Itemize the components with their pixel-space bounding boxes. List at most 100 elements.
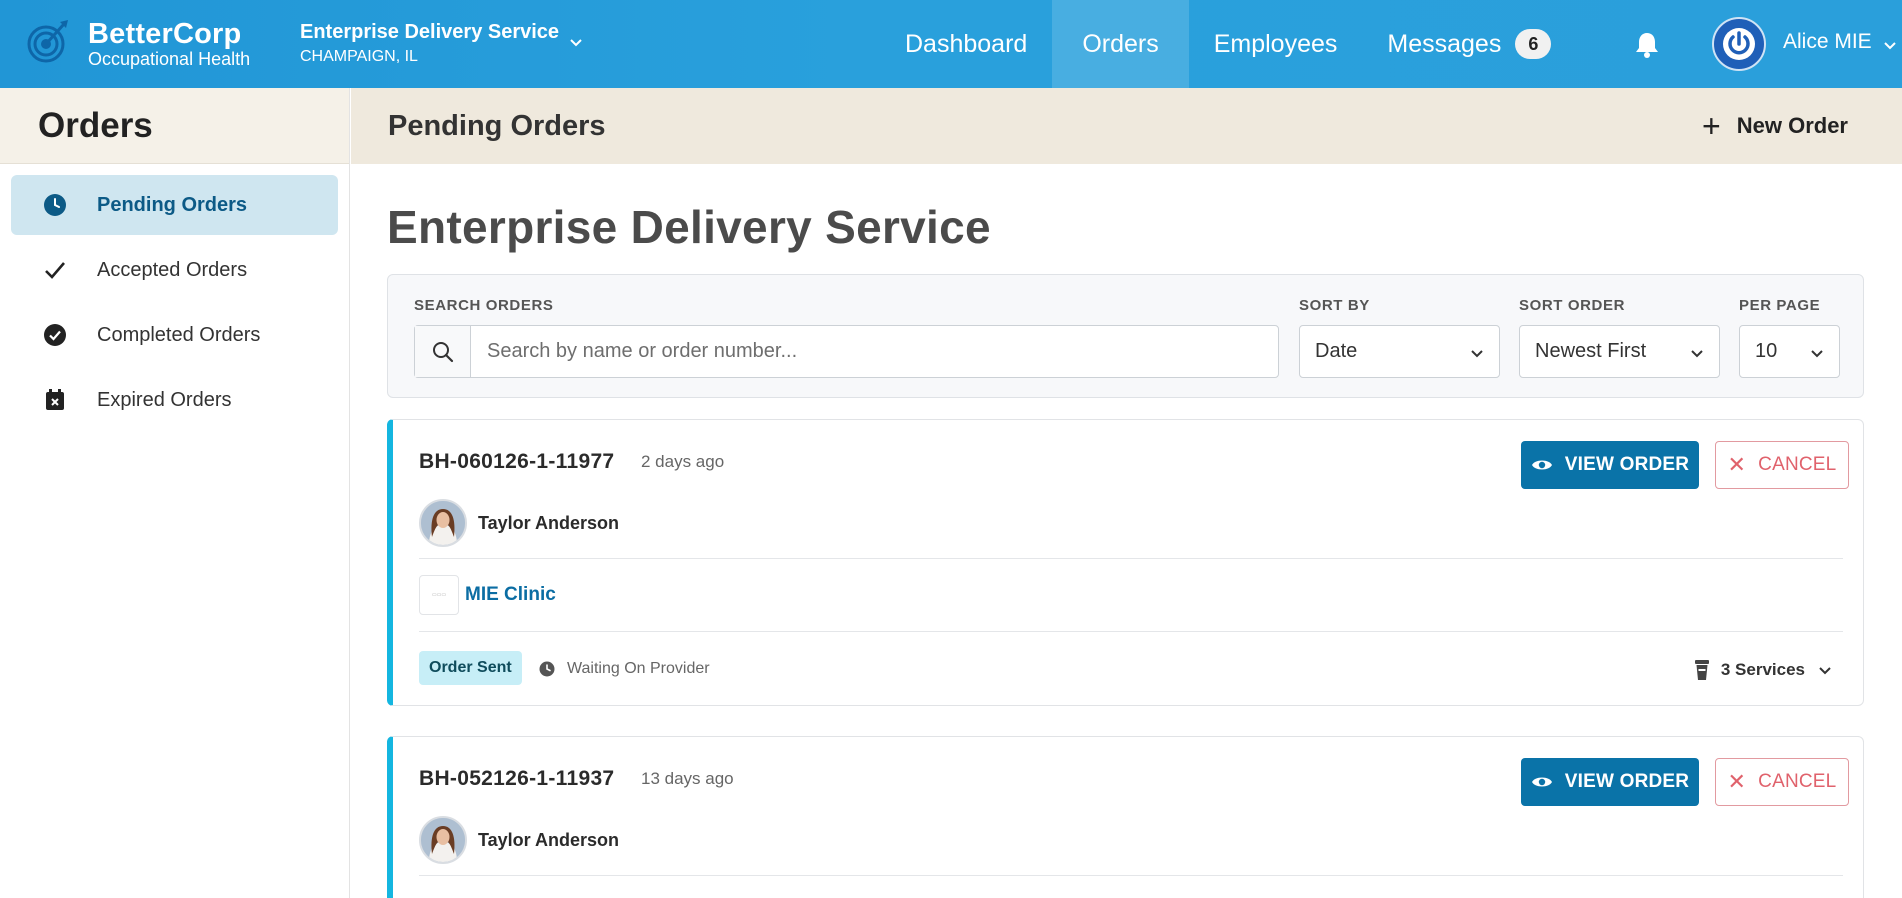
page-title: Pending Orders: [388, 110, 606, 142]
cancel-order-label: CANCEL: [1758, 454, 1837, 475]
cancel-order-button[interactable]: ✕ CANCEL: [1715, 441, 1849, 489]
avatar: [419, 816, 467, 864]
specimen-cup-icon: [1694, 660, 1709, 680]
organization-switcher[interactable]: Enterprise Delivery Service CHAMPAIGN, I…: [300, 20, 559, 68]
check-circle-icon: [43, 323, 67, 347]
sidebar-title: Orders: [38, 105, 153, 145]
sidebar-header: Orders: [0, 88, 349, 164]
nav-dashboard-label: Dashboard: [905, 29, 1028, 58]
clock-icon: [539, 661, 555, 677]
brand-subtitle: Occupational Health: [88, 49, 251, 69]
organization-name: Enterprise Delivery Service: [300, 21, 560, 43]
employee: Taylor Anderson: [419, 816, 619, 864]
plus-icon: +: [1702, 108, 1721, 144]
waiting-status: Waiting On Provider: [539, 660, 710, 678]
order-filters: SEARCH ORDERS SORT BY Date SORT ORDER Ne…: [387, 274, 1864, 398]
search-icon: [415, 326, 471, 377]
clinic-logo: ▭▭▭: [419, 575, 459, 615]
user-avatar[interactable]: [1712, 17, 1766, 71]
main-header: Pending Orders + New Order: [351, 88, 1902, 164]
sidebar-item-completed-orders[interactable]: Completed Orders: [11, 305, 338, 365]
order-card: BH-060126-1-11977 2 days ago VIEW ORDER …: [387, 419, 1864, 706]
sidebar-item-expired-orders[interactable]: Expired Orders: [11, 370, 338, 430]
search-input[interactable]: [471, 326, 1278, 377]
nav-messages-label: Messages: [1387, 29, 1502, 58]
eye-icon: [1531, 777, 1552, 787]
per-page-label: PER PAGE: [1739, 297, 1821, 314]
bell-icon[interactable]: [1634, 30, 1660, 58]
services-count: 3 Services: [1720, 660, 1805, 679]
brand-name: BetterCorp: [88, 18, 242, 50]
main-nav: Dashboard Orders Employees Messages 6: [880, 0, 1576, 88]
new-order-button[interactable]: + New Order: [1702, 106, 1848, 146]
sidebar-item-label: Expired Orders: [97, 388, 232, 411]
clock-icon: [43, 193, 67, 217]
services-toggle[interactable]: 3 Services: [1694, 660, 1833, 680]
nav-dashboard[interactable]: Dashboard: [880, 0, 1052, 88]
sidebar-item-accepted-orders[interactable]: Accepted Orders: [11, 240, 338, 300]
nav-messages[interactable]: Messages 6: [1362, 0, 1576, 88]
nav-orders-label: Orders: [1082, 29, 1159, 58]
nav-employees[interactable]: Employees: [1189, 0, 1363, 88]
employee-name: Taylor Anderson: [478, 512, 620, 533]
order-card: BH-052126-1-11937 13 days ago VIEW ORDER…: [387, 736, 1864, 898]
clinic: ▭▭▭ MIE Clinic: [419, 575, 556, 615]
chevron-down-icon: [1811, 350, 1823, 358]
close-icon: ✕: [1727, 452, 1747, 477]
organization-heading: Enterprise Delivery Service: [387, 201, 991, 253]
order-age: 13 days ago: [641, 769, 734, 788]
cancel-order-button[interactable]: ✕ CANCEL: [1715, 758, 1849, 806]
sort-by-value: Date: [1315, 340, 1358, 362]
calendar-x-icon: [43, 388, 67, 412]
nav-employees-label: Employees: [1213, 29, 1338, 58]
order-age: 2 days ago: [641, 452, 725, 471]
per-page-value: 10: [1755, 340, 1778, 362]
cancel-order-label: CANCEL: [1758, 771, 1837, 792]
sidebar-item-label: Accepted Orders: [97, 258, 248, 281]
messages-count-badge: 6: [1515, 29, 1552, 59]
sort-order-label: SORT ORDER: [1519, 297, 1626, 314]
sidebar-item-pending-orders[interactable]: Pending Orders: [11, 175, 338, 235]
divider: [419, 631, 1843, 632]
employee-name: Taylor Anderson: [478, 829, 620, 850]
nav-orders[interactable]: Orders: [1052, 0, 1189, 88]
view-order-button[interactable]: VIEW ORDER: [1521, 758, 1699, 806]
view-order-button[interactable]: VIEW ORDER: [1521, 441, 1699, 489]
check-icon: [43, 258, 67, 282]
sort-by-select[interactable]: Date: [1299, 325, 1500, 378]
eye-icon: [1531, 460, 1552, 470]
top-nav: BetterCorp Occupational Health Enterpris…: [0, 0, 1902, 88]
chevron-down-icon: [1691, 350, 1703, 358]
chevron-down-icon: [1471, 350, 1483, 358]
divider: [419, 875, 1843, 876]
employee: Taylor Anderson: [419, 499, 619, 547]
user-name[interactable]: Alice MIE: [1783, 30, 1872, 54]
chevron-down-icon[interactable]: [1882, 37, 1898, 53]
order-number: BH-052126-1-11937: [419, 767, 615, 790]
new-order-label: New Order: [1736, 113, 1848, 138]
search-field: [414, 325, 1279, 378]
avatar: [419, 499, 467, 547]
organization-location: CHAMPAIGN, IL: [300, 48, 418, 65]
sidebar: Orders Pending Orders Accepted Orders Co…: [0, 88, 350, 898]
sort-order-select[interactable]: Newest First: [1519, 325, 1720, 378]
clinic-link[interactable]: MIE Clinic: [465, 584, 556, 606]
sidebar-item-label: Pending Orders: [97, 193, 248, 216]
waiting-status-label: Waiting On Provider: [567, 660, 710, 677]
order-number: BH-060126-1-11977: [419, 450, 615, 473]
sort-order-value: Newest First: [1535, 340, 1647, 362]
view-order-label: VIEW ORDER: [1564, 454, 1690, 475]
per-page-select[interactable]: 10: [1739, 325, 1840, 378]
view-order-label: VIEW ORDER: [1564, 771, 1690, 792]
sort-by-label: SORT BY: [1299, 297, 1370, 314]
divider: [419, 558, 1843, 559]
status-badge: Order Sent: [419, 651, 522, 685]
target-logo-icon: [27, 20, 68, 63]
brand[interactable]: BetterCorp Occupational Health: [26, 16, 250, 72]
chevron-down-icon[interactable]: [568, 34, 584, 50]
search-label: SEARCH ORDERS: [414, 297, 554, 314]
close-icon: ✕: [1727, 769, 1747, 794]
sidebar-item-label: Completed Orders: [97, 323, 261, 346]
chevron-down-icon: [1819, 667, 1831, 675]
power-icon: [1723, 28, 1755, 60]
